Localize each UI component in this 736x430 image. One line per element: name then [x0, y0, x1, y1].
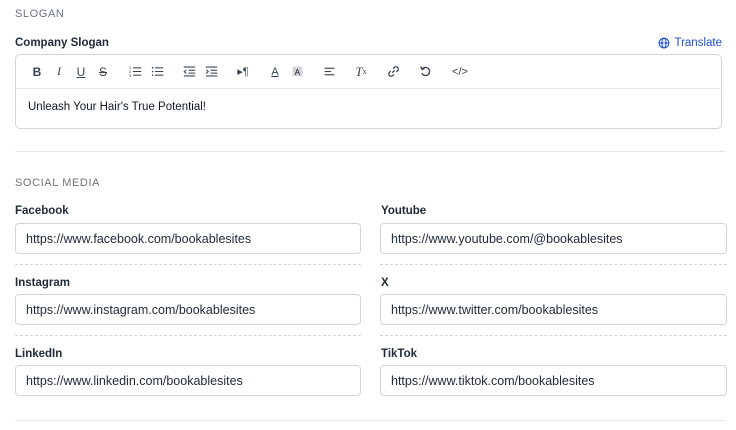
ordered-list-icon[interactable]: 123 — [124, 61, 146, 83]
slogan-editor-content[interactable]: Unleash Your Hair's True Potential! — [16, 89, 721, 125]
tiktok-label: TikTok — [381, 348, 417, 360]
editor-toolbar: B I U S 123 ▸¶ A A Tx </> — [16, 55, 721, 89]
slogan-rich-text-editor[interactable]: B I U S 123 ▸¶ A A Tx </> Unleash Your H… — [15, 54, 722, 129]
section-divider — [15, 151, 726, 152]
svg-text:A: A — [294, 68, 300, 77]
section-divider — [15, 420, 726, 421]
bullet-list-icon[interactable] — [146, 61, 168, 83]
link-icon[interactable] — [382, 61, 404, 83]
outdent-icon[interactable] — [178, 61, 200, 83]
x-label: X — [381, 277, 389, 289]
linkedin-url-input[interactable] — [15, 365, 361, 396]
svg-text:3: 3 — [129, 73, 132, 78]
company-slogan-label: Company Slogan — [15, 37, 109, 49]
paragraph-direction-icon[interactable]: ▸¶ — [232, 61, 254, 83]
align-icon[interactable] — [318, 61, 340, 83]
row-divider — [380, 264, 727, 265]
x-url-input[interactable] — [380, 294, 727, 325]
youtube-label: Youtube — [381, 205, 427, 217]
underline-icon[interactable]: U — [70, 61, 92, 83]
background-color-icon[interactable]: A — [286, 61, 308, 83]
bold-icon[interactable]: B — [26, 61, 48, 83]
italic-icon[interactable]: I — [48, 61, 70, 83]
instagram-label: Instagram — [15, 277, 70, 289]
indent-icon[interactable] — [200, 61, 222, 83]
youtube-url-input[interactable] — [380, 223, 727, 254]
globe-icon — [659, 37, 670, 49]
strikethrough-icon[interactable]: S — [92, 61, 114, 83]
text-color-icon[interactable]: A — [264, 61, 286, 83]
slogan-section-title: SLOGAN — [15, 8, 65, 20]
instagram-url-input[interactable] — [15, 294, 361, 325]
row-divider — [15, 264, 361, 265]
translate-link[interactable]: Translate — [658, 37, 722, 49]
translate-label: Translate — [674, 37, 722, 49]
facebook-label: Facebook — [15, 205, 69, 217]
source-code-icon[interactable]: </> — [446, 61, 474, 83]
linkedin-label: LinkedIn — [15, 348, 63, 360]
row-divider — [380, 335, 727, 336]
undo-icon[interactable] — [414, 61, 436, 83]
social-media-section-title: SOCIAL MEDIA — [15, 177, 101, 189]
tiktok-url-input[interactable] — [380, 365, 727, 396]
row-divider — [15, 335, 361, 336]
facebook-url-input[interactable] — [15, 223, 361, 254]
clear-format-icon[interactable]: Tx — [350, 61, 372, 83]
